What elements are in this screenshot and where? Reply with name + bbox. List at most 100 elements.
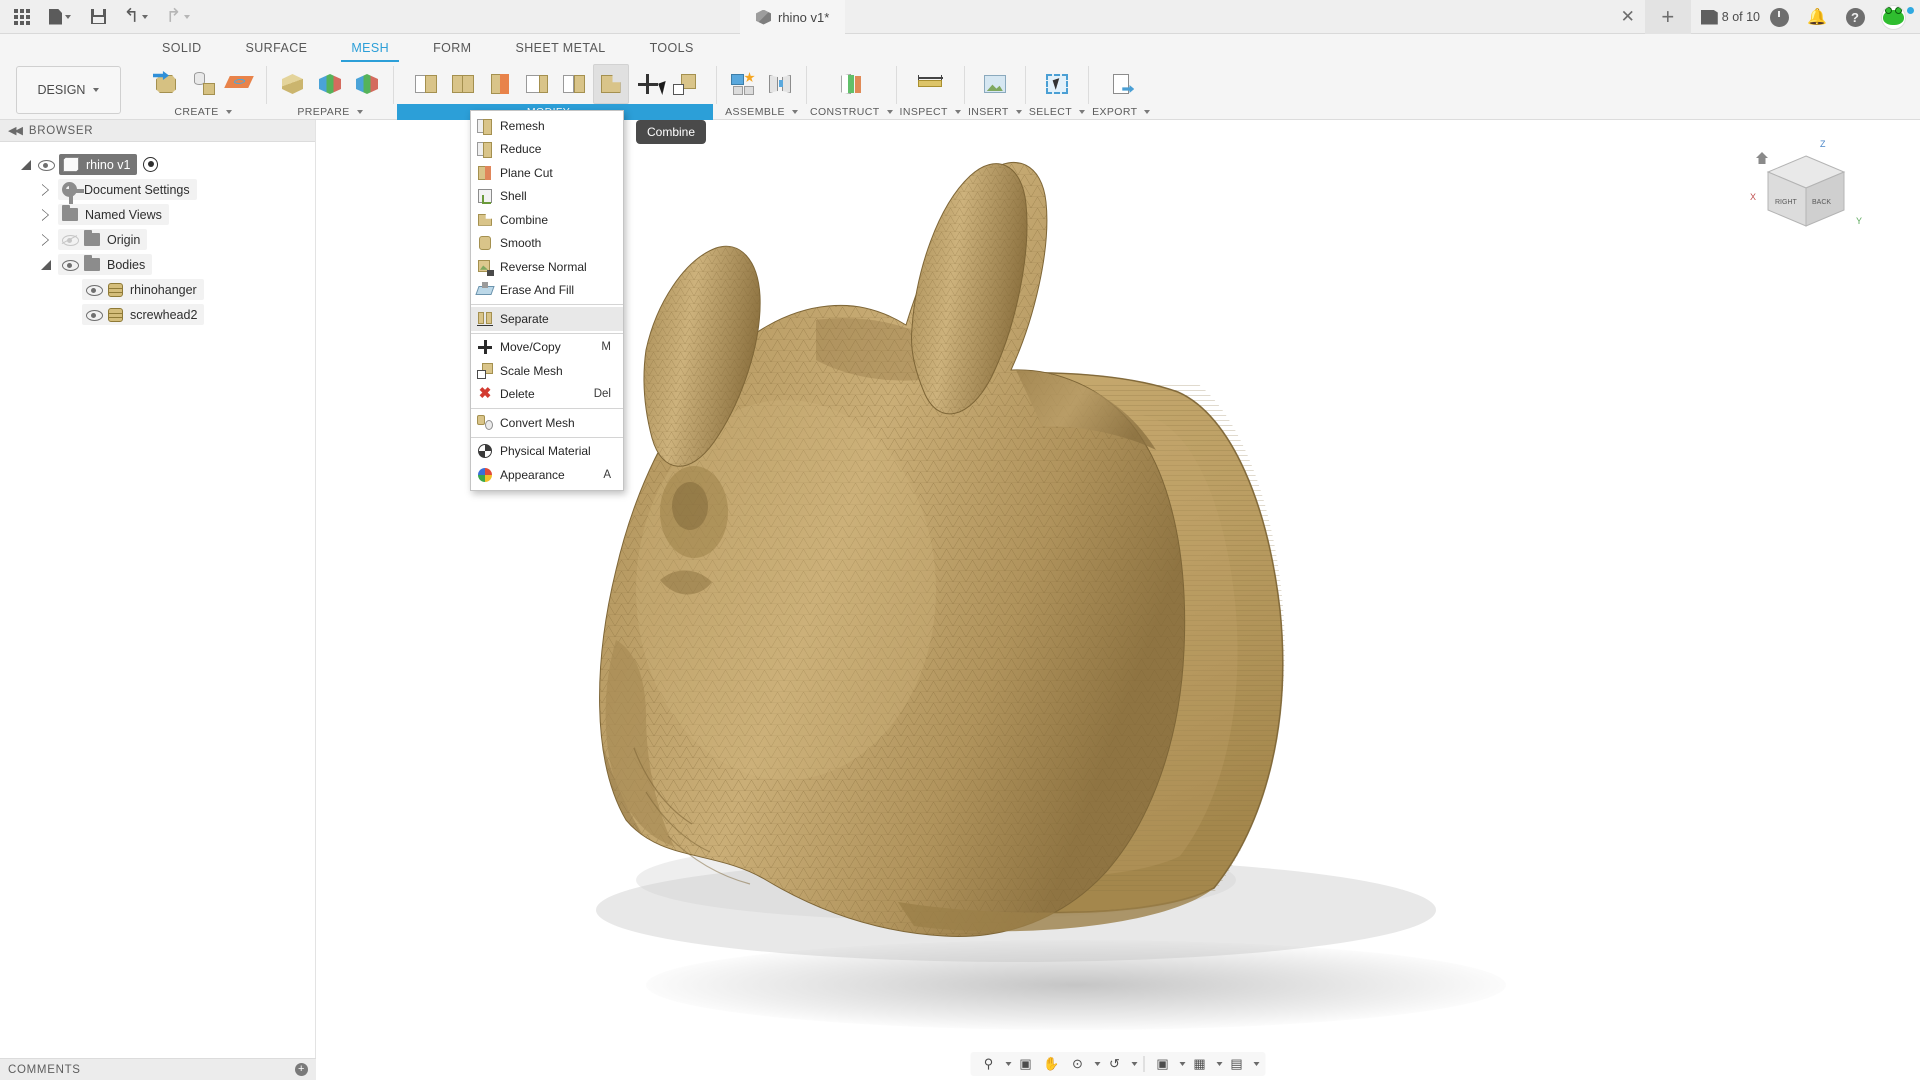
menu-item-delete[interactable]: ✖ Delete Del <box>471 383 623 407</box>
create-mesh-button[interactable] <box>148 64 184 104</box>
prepare-mesh-button[interactable] <box>275 64 311 104</box>
measure-button[interactable] <box>908 64 952 104</box>
close-tab-button[interactable]: ✕ <box>1611 0 1645 34</box>
insert-image-button[interactable] <box>973 64 1017 104</box>
menu-item-convert-mesh[interactable]: Convert Mesh <box>471 411 623 435</box>
menu-item-appearance[interactable]: Appearance A <box>471 463 623 487</box>
panel-select-label[interactable]: SELECT <box>1029 104 1085 120</box>
menu-item-physical-material[interactable]: Physical Material <box>471 440 623 464</box>
tab-mesh[interactable]: MESH <box>329 34 411 62</box>
visibility-eye-icon[interactable] <box>86 308 101 321</box>
visibility-eye-icon[interactable] <box>38 158 53 171</box>
chevron-down-icon[interactable] <box>1006 1062 1012 1066</box>
view-cube[interactable]: Z X Y RIGHT BACK <box>1748 138 1868 248</box>
chevron-down-icon[interactable] <box>1180 1062 1186 1066</box>
scale-mesh-button[interactable] <box>667 64 703 104</box>
combine-button[interactable] <box>593 64 629 104</box>
menu-item-remesh[interactable]: Remesh <box>471 114 623 138</box>
app-grid-button[interactable] <box>6 2 38 32</box>
panel-construct-label[interactable]: CONSTRUCT <box>810 104 893 120</box>
undo-button[interactable]: ↰ <box>116 2 156 32</box>
menu-item-shell[interactable]: Shell <box>471 185 623 209</box>
offset-plane-button[interactable] <box>829 64 873 104</box>
tree-item-rhinohanger[interactable]: rhinohanger <box>0 277 315 302</box>
joint-button[interactable] <box>762 64 798 104</box>
menu-item-move-copy[interactable]: Move/Copy M <box>471 336 623 360</box>
panel-insert-label[interactable]: INSERT <box>968 104 1022 120</box>
pan-icon[interactable]: ▣ <box>1014 1053 1038 1075</box>
menu-item-scale-mesh[interactable]: Scale Mesh <box>471 359 623 383</box>
chevron-down-icon[interactable] <box>1095 1062 1101 1066</box>
new-component-button[interactable] <box>725 64 761 104</box>
shell-button[interactable] <box>519 64 555 104</box>
display-mode-icon[interactable]: ▣ <box>1151 1053 1175 1075</box>
smooth-button[interactable] <box>556 64 592 104</box>
orbit-free-icon[interactable]: ↺ <box>1103 1053 1127 1075</box>
tree-item-rhino-v1[interactable]: rhino v1 <box>0 152 315 177</box>
tab-solid[interactable]: SOLID <box>140 34 224 62</box>
tab-sheet-metal[interactable]: SHEET METAL <box>493 34 627 62</box>
remesh-button[interactable] <box>408 64 444 104</box>
tree-item-named-views[interactable]: Named Views <box>0 202 315 227</box>
mesh-from-brep-button[interactable] <box>185 64 221 104</box>
tab-form[interactable]: FORM <box>411 34 493 62</box>
menu-item-combine[interactable]: Combine <box>471 208 623 232</box>
activate-component-icon[interactable] <box>143 157 158 172</box>
panel-create-label[interactable]: CREATE <box>174 104 231 120</box>
tree-item-screwhead2[interactable]: screwhead2 <box>0 302 315 327</box>
chevron-down-icon[interactable] <box>1217 1062 1223 1066</box>
tree-item-origin[interactable]: Origin <box>0 227 315 252</box>
select-window-button[interactable] <box>1035 64 1079 104</box>
orbit-icon[interactable]: ⚲ <box>977 1053 1001 1075</box>
account-button[interactable] <box>1874 0 1912 34</box>
expander-open-icon[interactable] <box>40 259 52 271</box>
comments-bar[interactable]: COMMENTS + <box>0 1058 316 1080</box>
tree-item-document-settings[interactable]: Document Settings <box>0 177 315 202</box>
double-chevron-left-icon[interactable]: ◀◀ <box>8 124 21 137</box>
new-document-button[interactable] <box>40 2 80 32</box>
document-tab[interactable]: rhino v1* <box>740 0 845 34</box>
zoom-hand-icon[interactable]: ✋ <box>1040 1053 1064 1075</box>
expander-closed-icon[interactable] <box>40 184 52 196</box>
add-comment-icon[interactable]: + <box>295 1063 308 1076</box>
help-button[interactable]: ? <box>1836 0 1874 34</box>
viewports-icon[interactable]: ▤ <box>1225 1053 1249 1075</box>
expander-closed-icon[interactable] <box>40 209 52 221</box>
grid-snap-icon[interactable]: ▦ <box>1188 1053 1212 1075</box>
workspace-selector[interactable]: DESIGN <box>16 66 121 114</box>
new-tab-button[interactable]: + <box>1645 0 1691 34</box>
visibility-eye-icon[interactable] <box>62 258 77 271</box>
panel-assemble-label[interactable]: ASSEMBLE <box>725 104 798 120</box>
redo-button[interactable]: ↱ <box>158 2 198 32</box>
panel-prepare-label[interactable]: PREPARE <box>297 104 362 120</box>
panel-export-label[interactable]: EXPORT <box>1092 104 1150 120</box>
menu-item-reduce[interactable]: Reduce <box>471 138 623 162</box>
notifications-button[interactable]: 🔔 <box>1798 0 1836 34</box>
menu-item-erase-and-fill[interactable]: Erase And Fill <box>471 279 623 303</box>
menu-item-reverse-normal[interactable]: Reverse Normal <box>471 255 623 279</box>
expander-closed-icon[interactable] <box>40 234 52 246</box>
expander-open-icon[interactable] <box>20 159 32 171</box>
segment-button[interactable] <box>312 64 348 104</box>
tab-surface[interactable]: SURFACE <box>224 34 330 62</box>
visibility-eye-icon[interactable] <box>86 283 101 296</box>
generate-face-groups-button[interactable] <box>349 64 385 104</box>
menu-item-separate[interactable]: Separate <box>471 307 623 331</box>
chevron-down-icon[interactable] <box>1254 1062 1260 1066</box>
tree-item-bodies[interactable]: Bodies <box>0 252 315 277</box>
chevron-down-icon[interactable] <box>1132 1062 1138 1066</box>
jobs-status-label: 8 of 10 <box>1722 10 1760 24</box>
history-button[interactable] <box>1760 0 1798 34</box>
menu-item-smooth[interactable]: Smooth <box>471 232 623 256</box>
plane-cut-button[interactable] <box>482 64 518 104</box>
fit-icon[interactable]: ⊙ <box>1066 1053 1090 1075</box>
mesh-section-sketch-button[interactable] <box>222 64 258 104</box>
jobs-status-button[interactable]: 8 of 10 <box>1691 10 1760 25</box>
visibility-hidden-icon[interactable] <box>62 233 77 246</box>
reduce-button[interactable] <box>445 64 481 104</box>
export-button[interactable] <box>1099 64 1143 104</box>
tab-tools[interactable]: TOOLS <box>628 34 716 62</box>
panel-inspect-label[interactable]: INSPECT <box>900 104 961 120</box>
menu-item-plane-cut[interactable]: Plane Cut <box>471 161 623 185</box>
save-button[interactable] <box>82 2 114 32</box>
